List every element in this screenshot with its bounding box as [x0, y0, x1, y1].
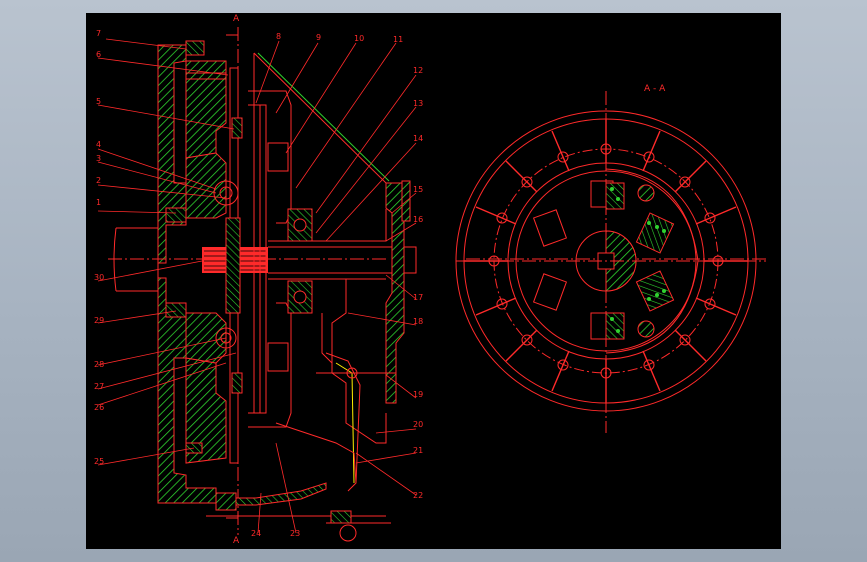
- section-mark-bottom: A: [233, 536, 240, 546]
- flywheel-face: [185, 60, 227, 159]
- view-title: A - A: [644, 84, 666, 94]
- bolt-7: [185, 40, 205, 56]
- bell-housing: [385, 182, 405, 404]
- spring-window: [532, 273, 568, 311]
- part-numbers-left: 7 6 5 4 3 2 1 30 29 28 27 26 25: [94, 29, 104, 466]
- part-label: 25: [94, 457, 104, 466]
- damper-spring: [635, 212, 675, 254]
- part-label: 6: [96, 50, 101, 59]
- part-label: 24: [251, 529, 261, 538]
- part-label: 22: [413, 491, 423, 500]
- bolt-1: [165, 207, 187, 223]
- stop-pin: [637, 184, 655, 202]
- part-label: 28: [94, 360, 104, 369]
- leader-lines: [97, 38, 417, 534]
- part-label: 14: [413, 134, 423, 143]
- damper-spring: [635, 270, 675, 312]
- part-numbers-bottom: 24 23: [251, 529, 300, 538]
- part-numbers-right: 12 13 14 15 16 17 18 19 20 21 22: [413, 66, 423, 500]
- part-label: 10: [354, 34, 364, 43]
- part-label: 27: [94, 382, 104, 391]
- part-label: 23: [290, 529, 300, 538]
- section-view: [108, 27, 766, 542]
- part-label: 17: [413, 293, 423, 302]
- cad-viewport[interactable]: A A 7 6 5 4 3 2 1 30 29 28 27 26 25 8 9 …: [86, 13, 781, 549]
- pressure-plate-lower: [185, 312, 227, 364]
- damper-spring: [605, 182, 625, 210]
- part-label: 1: [96, 198, 101, 207]
- part-label: 30: [94, 273, 104, 282]
- part-label: 29: [94, 316, 104, 325]
- part-label: 2: [96, 176, 101, 185]
- section-mark-top: A: [233, 14, 240, 24]
- flywheel-body: [157, 44, 187, 264]
- part-label: 13: [413, 99, 423, 108]
- disc-hub: [225, 217, 241, 314]
- adjust-nut: [330, 510, 352, 524]
- clutch-disc-view: [455, 91, 766, 433]
- pivot-block-top: [267, 142, 289, 172]
- disc-rivet-top: [231, 117, 243, 139]
- return-spring: [235, 482, 327, 506]
- part-label: 16: [413, 215, 423, 224]
- part-label: 4: [96, 140, 101, 149]
- pedal-linkage: [275, 422, 357, 484]
- part-label: 21: [413, 446, 423, 455]
- part-label: 5: [96, 97, 101, 106]
- part-label: 11: [393, 35, 403, 44]
- stop-pin: [637, 320, 655, 338]
- bolt-29: [165, 302, 187, 318]
- part-label: 9: [316, 33, 321, 42]
- part-label: 15: [413, 185, 423, 194]
- spring-window: [532, 209, 568, 247]
- disc-rivet-bottom: [231, 372, 243, 394]
- damper-spring: [605, 312, 625, 340]
- part-label: 12: [413, 66, 423, 75]
- pivot-block-bottom: [267, 342, 289, 372]
- part-label: 26: [94, 403, 104, 412]
- part-label: 20: [413, 420, 423, 429]
- part-label: 19: [413, 390, 423, 399]
- part-label: 8: [276, 32, 281, 41]
- part-label: 7: [96, 29, 101, 38]
- part-label: 3: [96, 154, 101, 163]
- part-numbers-top: 8 9 10 11: [276, 32, 403, 44]
- part-label: 18: [413, 317, 423, 326]
- clutch-assembly-drawing: A A 7 6 5 4 3 2 1 30 29 28 27 26 25 8 9 …: [94, 14, 766, 546]
